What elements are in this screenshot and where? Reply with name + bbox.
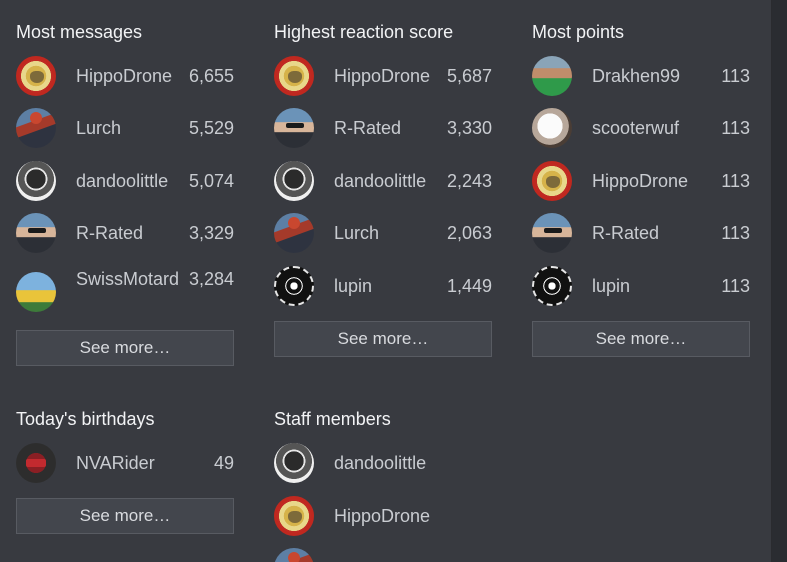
hippodrone-avatar[interactable] (16, 56, 56, 96)
username-link[interactable]: HippoDrone (334, 63, 447, 89)
members-statistics-panel: Most messages HippoDrone 6,655 Lurch 5,5… (0, 0, 772, 562)
username-link[interactable]: HippoDrone (592, 168, 721, 194)
stat-value: 3,284 (188, 269, 234, 289)
age-value: 49 (213, 453, 234, 473)
username-link[interactable]: R-Rated (334, 115, 447, 141)
lupin-avatar[interactable] (274, 266, 314, 306)
username-link[interactable]: Drakhen99 (592, 63, 721, 89)
highest-reaction-title: Highest reaction score (274, 22, 454, 42)
most-points-title: Most points (532, 22, 625, 42)
stat-value: 5,687 (446, 66, 492, 86)
stat-value: 2,063 (446, 223, 492, 243)
hippodrone-avatar[interactable] (274, 56, 314, 96)
list-item: HippoDrone 6,655 (16, 56, 234, 96)
username-link[interactable]: dandoolittle (334, 168, 447, 194)
stat-value: 5,529 (188, 118, 234, 138)
list-item: dandoolittle (274, 443, 492, 483)
hippodrone-avatar[interactable] (274, 496, 314, 536)
list-item: NVARider 49 (16, 443, 234, 483)
birthdays-title: Today's birthdays (16, 409, 155, 429)
list-item: HippoDrone 5,687 (274, 56, 492, 96)
list-item: dandoolittle 2,243 (274, 161, 492, 201)
see-more-button[interactable]: See more… (532, 321, 750, 357)
lurch-avatar[interactable] (274, 213, 314, 253)
list-item: lupin 1,449 (274, 266, 492, 306)
stat-value: 6,655 (188, 66, 234, 86)
username-link[interactable]: dandoolittle (76, 168, 189, 194)
username-link[interactable]: NVARider (76, 450, 214, 476)
r-rated-avatar[interactable] (532, 213, 572, 253)
list-item: R-Rated 113 (532, 213, 750, 253)
lurch-avatar[interactable] (16, 108, 56, 148)
dandoolittle-avatar[interactable] (16, 161, 56, 201)
username-link[interactable]: scooterwuf (592, 115, 721, 141)
list-item: SwissMotard 3,284 (16, 268, 234, 316)
list-item: scooterwuf 113 (532, 108, 750, 148)
list-item: R-Rated 3,329 (16, 213, 234, 253)
username-link[interactable]: Lurch (76, 115, 189, 141)
list-item: HippoDrone 113 (532, 161, 750, 201)
see-more-button[interactable]: See more… (274, 321, 492, 357)
list-item: Lurch 2,063 (274, 213, 492, 253)
list-item: dandoolittle 5,074 (16, 161, 234, 201)
username-link[interactable]: R-Rated (592, 220, 721, 246)
stat-value: 113 (721, 223, 750, 243)
see-more-button[interactable]: See more… (16, 498, 234, 534)
nvarider-avatar[interactable] (16, 443, 56, 483)
stat-value: 3,330 (446, 118, 492, 138)
username-link[interactable]: HippoDrone (334, 503, 492, 529)
stat-value: 113 (721, 171, 750, 191)
lupin-avatar[interactable] (532, 266, 572, 306)
stat-value: 113 (721, 276, 750, 296)
list-item: HippoDrone (274, 496, 492, 536)
dandoolittle-avatar[interactable] (274, 443, 314, 483)
staff-title: Staff members (274, 409, 391, 429)
hippodrone-avatar[interactable] (532, 161, 572, 201)
username-link[interactable]: SwissMotard (76, 266, 180, 292)
username-link[interactable]: lupin (592, 273, 721, 299)
staff-avatar-partial[interactable] (274, 548, 314, 562)
swissmotard-avatar[interactable] (16, 272, 56, 312)
stat-value: 3,329 (188, 223, 234, 243)
stat-value: 113 (721, 66, 750, 86)
username-link[interactable]: Lurch (334, 220, 447, 246)
most-messages-title: Most messages (16, 22, 143, 42)
dandoolittle-avatar[interactable] (274, 161, 314, 201)
stat-value: 5,074 (188, 171, 234, 191)
list-item (274, 548, 492, 562)
list-item: Drakhen99 113 (532, 56, 750, 96)
stat-value: 1,449 (446, 276, 492, 296)
see-more-button[interactable]: See more… (16, 330, 234, 366)
username-link[interactable]: dandoolittle (334, 450, 492, 476)
list-item: lupin 113 (532, 266, 750, 306)
r-rated-avatar[interactable] (16, 213, 56, 253)
drakhen99-avatar[interactable] (532, 56, 572, 96)
username-link[interactable]: lupin (334, 273, 447, 299)
list-item: Lurch 5,529 (16, 108, 234, 148)
stat-value: 2,243 (446, 171, 492, 191)
username-link[interactable]: HippoDrone (76, 63, 189, 89)
list-item: R-Rated 3,330 (274, 108, 492, 148)
stat-value: 113 (721, 118, 750, 138)
scooterwuf-avatar[interactable] (532, 108, 572, 148)
r-rated-avatar[interactable] (274, 108, 314, 148)
username-link[interactable]: R-Rated (76, 220, 189, 246)
